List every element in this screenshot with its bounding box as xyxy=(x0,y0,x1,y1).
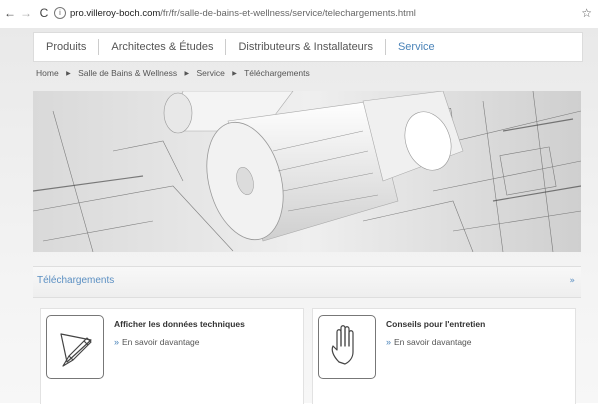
forward-button[interactable]: → xyxy=(19,6,33,20)
drafting-pen-icon xyxy=(46,315,104,379)
reload-button[interactable]: C xyxy=(37,6,51,20)
nav-item-distributeurs[interactable]: Distributeurs & Installateurs xyxy=(225,39,385,55)
nav-item-service[interactable]: Service xyxy=(384,39,447,55)
nav-item-architectes[interactable]: Architectes & Études xyxy=(98,39,225,55)
learn-more-link[interactable]: » En savoir davantage xyxy=(386,337,472,347)
link-arrow-icon: » xyxy=(386,337,392,347)
card-technical-data[interactable]: Afficher les données techniques » En savo… xyxy=(40,308,304,404)
address-bar[interactable]: i pro.villeroy-boch.com/fr/fr/salle-de-ba… xyxy=(54,5,574,23)
downloads-title: Téléchargements xyxy=(37,275,115,286)
breadcrumb-separator-icon: ▶ xyxy=(232,71,237,77)
breadcrumb-separator-icon: ▶ xyxy=(66,71,71,77)
card-title: Afficher les données techniques xyxy=(114,319,245,329)
learn-more-link[interactable]: » En savoir davantage xyxy=(114,337,200,347)
hero-image-blueprints xyxy=(33,91,581,252)
card-maintenance-advice[interactable]: Conseils pour l'entretien » En savoir dav… xyxy=(312,308,576,404)
breadcrumb-service[interactable]: Service xyxy=(197,68,225,78)
page: Produits Architectes & Études Distribute… xyxy=(0,28,598,404)
breadcrumb-current: Téléchargements xyxy=(244,68,310,78)
link-label: En savoir davantage xyxy=(394,337,472,347)
breadcrumb: Home ▶ Salle de Bains & Wellness ▶ Servi… xyxy=(36,68,310,78)
link-label: En savoir davantage xyxy=(122,337,200,347)
url-domain: pro.villeroy-boch.com xyxy=(70,8,161,19)
url-path: /fr/fr/salle-de-bains-et-wellness/servic… xyxy=(160,8,416,19)
link-arrow-icon: » xyxy=(114,337,120,347)
card-title: Conseils pour l'entretien xyxy=(386,319,486,329)
back-button[interactable]: ← xyxy=(3,6,17,20)
site-info-icon[interactable]: i xyxy=(54,7,66,20)
breadcrumb-salle-de-bains[interactable]: Salle de Bains & Wellness xyxy=(78,68,177,78)
breadcrumb-home[interactable]: Home xyxy=(36,68,59,78)
downloads-accordion-header[interactable]: Téléchargements » xyxy=(33,266,581,298)
hand-icon xyxy=(318,315,376,379)
breadcrumb-separator-icon: ▶ xyxy=(184,71,190,77)
chevron-down-icon[interactable]: » xyxy=(569,276,574,286)
nav-item-produits[interactable]: Produits xyxy=(34,39,98,55)
bookmark-star-icon[interactable]: ☆ xyxy=(581,6,592,20)
main-navigation: Produits Architectes & Études Distribute… xyxy=(33,32,583,62)
browser-toolbar: ← → C i pro.villeroy-boch.com/fr/fr/salle… xyxy=(0,0,598,29)
